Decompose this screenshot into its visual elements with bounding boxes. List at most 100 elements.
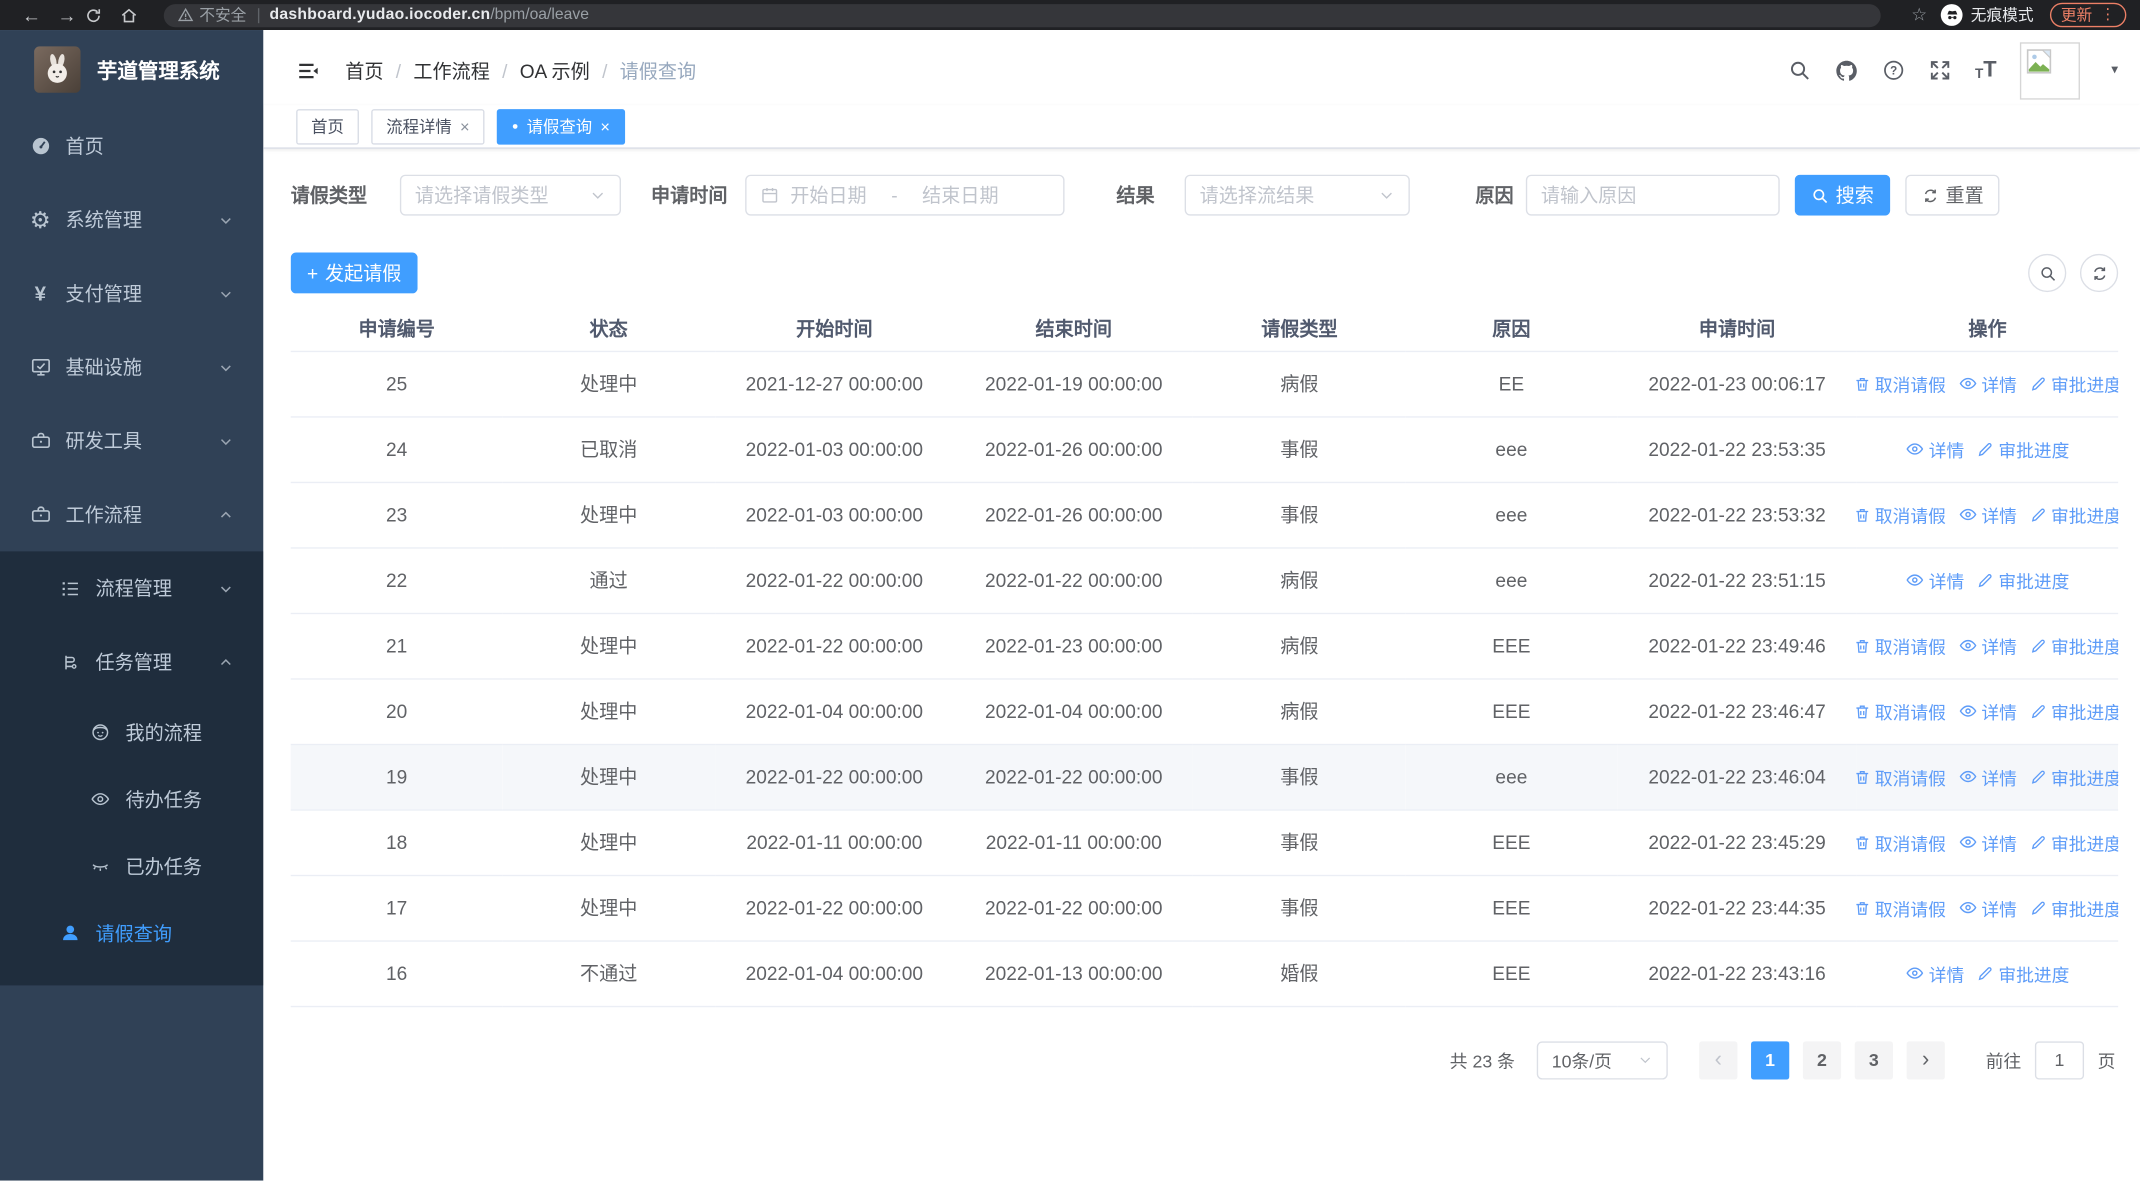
breadcrumb-item[interactable]: 工作流程 <box>413 57 489 84</box>
select-placeholder: 请选择请假类型 <box>414 184 549 207</box>
cancel-leave-link[interactable]: 取消请假 <box>1856 502 1946 528</box>
help-button[interactable]: ? <box>1882 59 1905 82</box>
browser-back-button[interactable]: ← <box>14 0 49 30</box>
sidebar-item-process-management[interactable]: 流程管理 <box>0 551 263 625</box>
cancel-leave-link[interactable]: 取消请假 <box>1856 829 1946 855</box>
cell-leave-type: 病假 <box>1193 678 1406 745</box>
approval-progress-link[interactable]: 审批进度 <box>2029 829 2118 855</box>
breadcrumb-separator: / <box>602 59 608 82</box>
sidebar-collapse-button[interactable] <box>296 58 321 83</box>
tag-process-detail[interactable]: 流程详情 × <box>371 108 485 144</box>
close-icon[interactable]: × <box>460 117 470 136</box>
fullscreen-icon <box>1930 61 1950 80</box>
fullscreen-button[interactable] <box>1929 59 1952 82</box>
tag-label: 流程详情 <box>386 117 452 137</box>
detail-link[interactable]: 详情 <box>1958 764 2017 790</box>
approval-progress-link[interactable]: 审批进度 <box>1977 960 2069 986</box>
approval-progress-link[interactable]: 审批进度 <box>1977 567 2069 593</box>
tag-home[interactable]: 首页 <box>296 108 359 144</box>
trash-icon <box>1856 704 1868 718</box>
result-select[interactable]: 请选择流结果 <box>1184 174 1410 216</box>
approval-progress-link[interactable]: 审批进度 <box>2029 698 2118 724</box>
cell-start-time: 2022-01-22 00:00:00 <box>714 547 955 614</box>
cell-applied-time: 2022-01-22 23:43:16 <box>1617 940 1857 1007</box>
approval-progress-link[interactable]: 审批进度 <box>2029 371 2118 397</box>
breadcrumb-item[interactable]: 首页 <box>345 57 383 84</box>
tag-leave-query[interactable]: ● 请假查询 × <box>496 108 625 144</box>
chevron-down-icon <box>218 286 233 301</box>
sidebar-item-home[interactable]: 首页 <box>0 109 263 183</box>
page-button-2[interactable]: 2 <box>1802 1040 1842 1079</box>
browser-forward-button[interactable]: → <box>49 0 84 30</box>
browser-home-button[interactable] <box>120 6 155 24</box>
caret-down-icon[interactable]: ▾ <box>2111 63 2118 78</box>
cell-id: 18 <box>290 809 503 876</box>
cell-id: 22 <box>290 547 503 614</box>
hamburger-icon <box>299 63 318 78</box>
browser-reload-button[interactable] <box>85 6 120 24</box>
sidebar-item-todo-tasks[interactable]: 待办任务 <box>0 766 263 833</box>
detail-link[interactable]: 详情 <box>1958 502 2017 528</box>
bookmark-star-button[interactable]: ☆ <box>1911 4 1927 26</box>
cancel-leave-link[interactable]: 取消请假 <box>1856 895 1946 921</box>
sidebar: 芋道管理系统 首页 ⚙ 系统管理 ¥ 支付管理 基础设施 研发工具 工作流程 流… <box>0 30 264 1181</box>
page-button-1[interactable]: 1 <box>1750 1040 1790 1079</box>
detail-link[interactable]: 详情 <box>1906 567 1964 593</box>
detail-link[interactable]: 详情 <box>1906 436 1964 462</box>
detail-link[interactable]: 详情 <box>1958 698 2017 724</box>
search-button[interactable]: 搜索 <box>1794 174 1891 216</box>
sidebar-item-leave-query[interactable]: 请假查询 <box>0 899 263 966</box>
detail-link[interactable]: 详情 <box>1958 633 2017 659</box>
page-button-3[interactable]: 3 <box>1854 1040 1893 1079</box>
detail-link[interactable]: 详情 <box>1906 960 1964 986</box>
font-size-button[interactable]: TT <box>1975 59 1997 81</box>
detail-link[interactable]: 详情 <box>1958 371 2017 397</box>
approval-progress-link[interactable]: 审批进度 <box>2029 895 2118 921</box>
browser-menu-icon[interactable]: ⋮ <box>2100 7 2115 23</box>
browser-update-button[interactable]: 更新 ⋮ <box>2049 2 2127 28</box>
leave-type-select[interactable]: 请选择请假类型 <box>399 174 621 216</box>
approval-progress-link[interactable]: 审批进度 <box>2029 502 2118 528</box>
goto-page-input[interactable] <box>2034 1040 2085 1079</box>
approval-progress-link[interactable]: 审批进度 <box>2029 764 2118 790</box>
close-icon[interactable]: × <box>600 117 610 136</box>
cancel-leave-link[interactable]: 取消请假 <box>1856 698 1946 724</box>
create-leave-button[interactable]: + 发起请假 <box>290 252 418 294</box>
address-bar[interactable]: 不安全 dashboard.yudao.iocoder.cn /bpm/oa/l… <box>163 3 1882 27</box>
pencil-icon <box>2031 704 2045 718</box>
sidebar-item-task-management[interactable]: 任务管理 <box>0 625 263 699</box>
reset-button[interactable]: 重置 <box>1905 174 2000 216</box>
cancel-leave-link[interactable]: 取消请假 <box>1856 633 1946 659</box>
cell-leave-type: 病假 <box>1193 547 1406 614</box>
page-size-select[interactable]: 10条/页 <box>1536 1040 1668 1079</box>
sidebar-item-dev-tools[interactable]: 研发工具 <box>0 404 263 478</box>
user-avatar[interactable] <box>2019 41 2080 99</box>
github-button[interactable] <box>1834 58 1859 83</box>
sidebar-item-infrastructure[interactable]: 基础设施 <box>0 330 263 404</box>
approval-progress-link[interactable]: 审批进度 <box>1977 436 2069 462</box>
pencil-icon <box>1978 442 1992 456</box>
detail-link[interactable]: 详情 <box>1958 829 2017 855</box>
eye-icon <box>1906 967 1924 979</box>
sidebar-item-workflow[interactable]: 工作流程 <box>0 478 263 552</box>
sidebar-item-system[interactable]: ⚙ 系统管理 <box>0 183 263 257</box>
sidebar-item-done-tasks[interactable]: 已办任务 <box>0 833 263 900</box>
cell-id: 25 <box>290 350 503 417</box>
cancel-leave-link[interactable]: 取消请假 <box>1856 371 1946 397</box>
reason-input[interactable] <box>1525 174 1780 216</box>
cell-actions: 取消请假 详情 审批进度 <box>1856 678 2119 745</box>
sidebar-item-my-processes[interactable]: 我的流程 <box>0 699 263 766</box>
refresh-table-button[interactable] <box>2079 253 2119 293</box>
breadcrumb-item[interactable]: OA 示例 <box>520 57 590 84</box>
prev-page-button[interactable]: ‹ <box>1699 1040 1738 1079</box>
app-logo-row[interactable]: 芋道管理系统 <box>0 30 263 109</box>
apply-time-range-picker[interactable]: 开始日期 - 结束日期 <box>745 174 1065 216</box>
next-page-button[interactable]: › <box>1906 1040 1945 1079</box>
toggle-search-button[interactable] <box>2028 253 2067 293</box>
cancel-leave-link[interactable]: 取消请假 <box>1856 764 1946 790</box>
sidebar-item-label: 待办任务 <box>125 788 202 811</box>
sidebar-item-payment[interactable]: ¥ 支付管理 <box>0 257 263 331</box>
header-search-button[interactable] <box>1788 59 1811 82</box>
detail-link[interactable]: 详情 <box>1958 895 2017 921</box>
approval-progress-link[interactable]: 审批进度 <box>2029 633 2118 659</box>
